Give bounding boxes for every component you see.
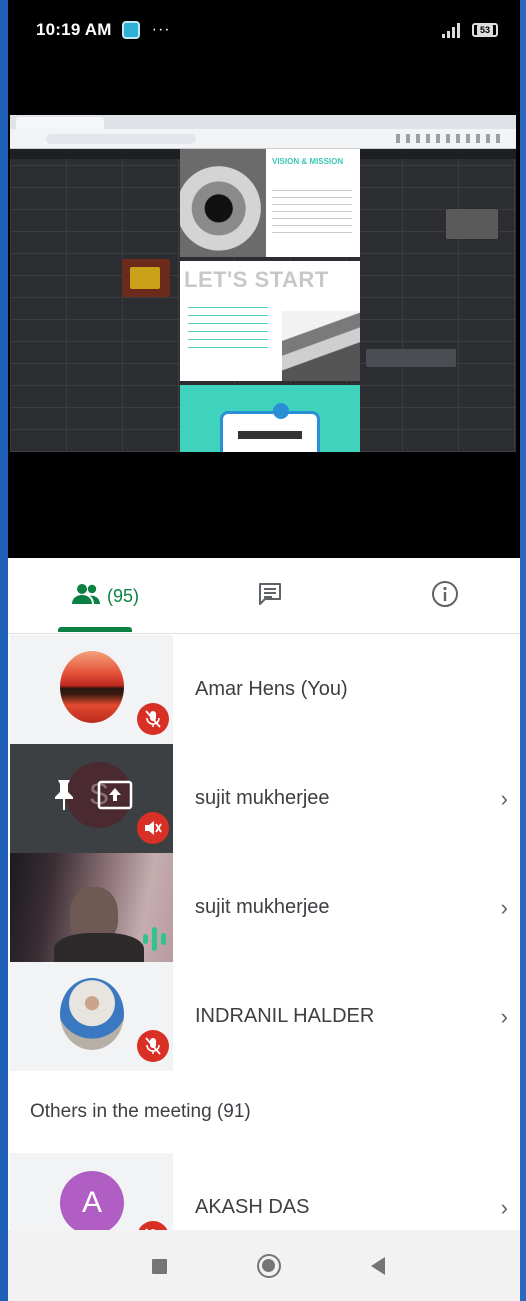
participant-video-tile bbox=[10, 853, 173, 962]
avatar bbox=[60, 978, 124, 1050]
tab-people[interactable]: (95) bbox=[30, 558, 180, 634]
participant-row[interactable]: Amar Hens (You) bbox=[0, 635, 526, 744]
window-frame-right bbox=[520, 0, 526, 1301]
mic-off-icon bbox=[137, 703, 169, 735]
participant-tile bbox=[10, 635, 173, 744]
participant-row[interactable]: S sujit mukherjee › bbox=[0, 744, 526, 853]
chevron-right-icon[interactable]: › bbox=[501, 853, 508, 962]
back-button[interactable] bbox=[364, 1252, 392, 1280]
tab-chat[interactable] bbox=[190, 558, 350, 634]
window-frame-left bbox=[0, 0, 8, 1301]
avatar: A bbox=[60, 1171, 124, 1235]
status-time: 10:19 AM bbox=[36, 20, 112, 39]
chevron-right-icon[interactable]: › bbox=[501, 962, 508, 1071]
more-notifications-icon: ··· bbox=[151, 21, 171, 38]
presenting-icon bbox=[97, 780, 133, 815]
avatar bbox=[60, 651, 124, 723]
recents-button[interactable] bbox=[145, 1252, 173, 1280]
shared-screen-view[interactable]: VISION & MISSION LET'S START bbox=[0, 60, 526, 558]
participant-count: (95) bbox=[106, 585, 139, 606]
pin-icon[interactable] bbox=[52, 778, 76, 817]
speaking-indicator-icon bbox=[142, 925, 168, 958]
participant-list: Amar Hens (You) S sujit mukherjee › suji… bbox=[0, 635, 526, 1262]
home-button[interactable] bbox=[255, 1252, 283, 1280]
info-icon bbox=[431, 580, 459, 613]
battery-icon: 53 bbox=[472, 23, 498, 37]
triangle-back-icon bbox=[371, 1257, 385, 1275]
status-bar: 10:19 AM ··· 53 bbox=[0, 0, 526, 60]
slide-vision-mission: VISION & MISSION bbox=[180, 149, 360, 257]
participant-name: Amar Hens (You) bbox=[195, 678, 348, 700]
signal-icon bbox=[440, 22, 462, 38]
meeting-tabs: (95) bbox=[0, 558, 526, 634]
battery-level: 53 bbox=[476, 25, 493, 35]
square-icon bbox=[151, 1258, 167, 1274]
browser-tabbar bbox=[10, 115, 516, 129]
active-tab-indicator bbox=[58, 627, 132, 632]
slide-lets-start: LET'S START bbox=[180, 261, 360, 381]
speaker-off-icon bbox=[137, 812, 169, 844]
participant-name: INDRANIL HALDER bbox=[195, 1005, 375, 1027]
chevron-right-icon[interactable]: › bbox=[501, 744, 508, 853]
tab-info[interactable] bbox=[370, 558, 520, 634]
participant-row[interactable]: sujit mukherjee › bbox=[0, 853, 526, 962]
participant-tile: S bbox=[10, 744, 173, 853]
app-notification-icon bbox=[121, 21, 140, 39]
system-navigation-bar bbox=[0, 1230, 526, 1301]
slide1-title: VISION & MISSION bbox=[272, 157, 344, 166]
mic-off-icon bbox=[137, 1030, 169, 1062]
others-section-header: Others in the meeting (91) bbox=[30, 1101, 251, 1122]
participant-name: sujit mukherjee bbox=[195, 896, 330, 918]
chat-icon bbox=[257, 581, 283, 612]
circle-icon bbox=[257, 1254, 281, 1278]
people-icon bbox=[71, 583, 101, 610]
avatar-initial: A bbox=[81, 1186, 102, 1219]
presented-browser-window: VISION & MISSION LET'S START bbox=[10, 115, 516, 452]
participant-name: sujit mukherjee bbox=[195, 787, 330, 809]
slide2-title: LET'S START bbox=[184, 267, 329, 292]
participant-tile bbox=[10, 962, 173, 1071]
browser-urlbar bbox=[10, 129, 516, 149]
slide-teal bbox=[180, 385, 360, 452]
participant-row[interactable]: INDRANIL HALDER › bbox=[0, 962, 526, 1071]
